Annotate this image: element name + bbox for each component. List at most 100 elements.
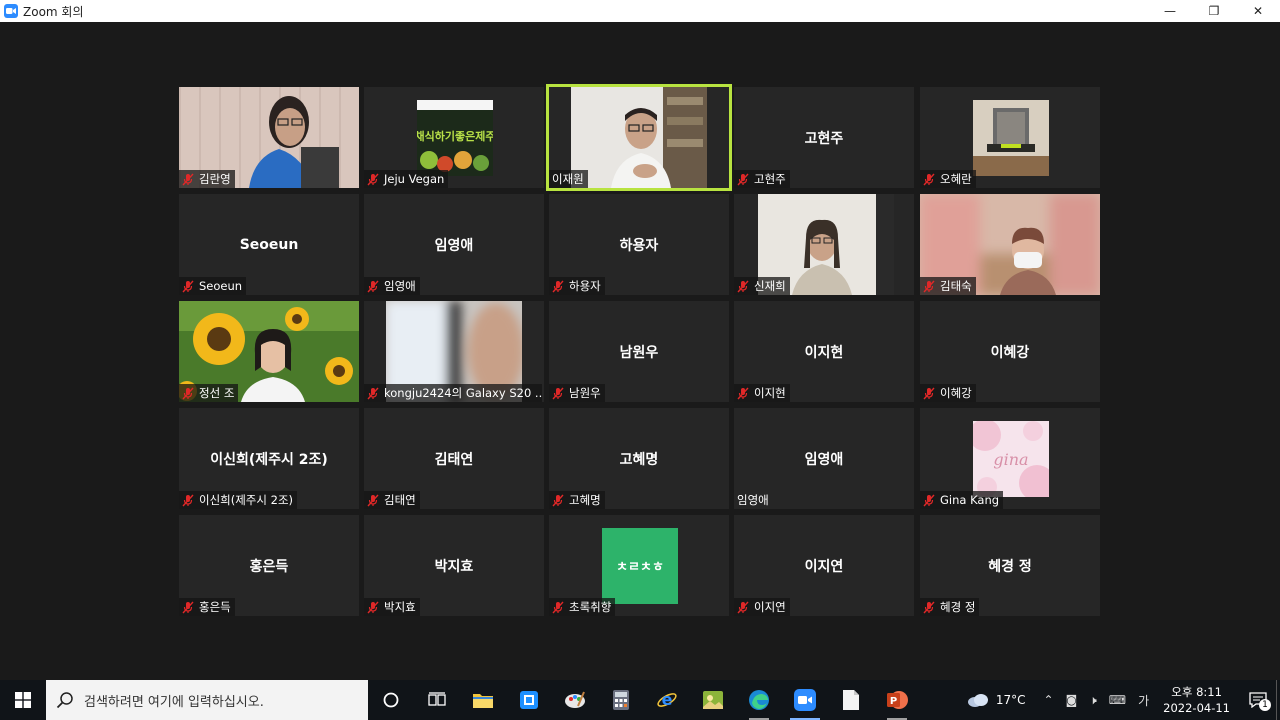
task-view-button[interactable] [414, 680, 460, 720]
participant-tile[interactable]: 김태연 김태연 [364, 408, 544, 509]
ime-mode-icon[interactable]: ⌨ [1109, 693, 1126, 707]
video-text: 채식하기좋은제주 [417, 129, 493, 143]
participant-tile[interactable]: 혜경 정 혜경 정 [920, 515, 1100, 616]
participant-tile[interactable]: 이지연 이지연 [734, 515, 914, 616]
notification-count-badge: 1 [1259, 699, 1271, 711]
clock[interactable]: 오후 8:11 2022-04-11 [1163, 684, 1230, 716]
taskbar-file-explorer[interactable] [460, 680, 506, 720]
taskbar-paint[interactable] [552, 680, 598, 720]
mic-muted-icon [923, 601, 935, 613]
participant-name-label: 임영애 [737, 493, 769, 507]
participant-name-label: 고현주 [734, 170, 790, 188]
participant-tile[interactable]: 채식하기좋은제주 Jeju Vegan [364, 87, 544, 188]
participant-tile[interactable]: 임영애 임영애 [734, 408, 914, 509]
participant-tile[interactable]: 홍은득 홍은득 [179, 515, 359, 616]
weather-widget[interactable]: 17°C [967, 693, 1026, 707]
start-button[interactable] [0, 680, 46, 720]
participant-tile[interactable]: 박지효 박지효 [364, 515, 544, 616]
participant-tile[interactable]: kongju2424의 Galaxy S20 ... [364, 301, 544, 402]
participant-tile[interactable]: 김태숙 [920, 194, 1100, 295]
participant-video [973, 100, 1049, 176]
mic-muted-icon [923, 280, 935, 292]
mic-muted-icon [367, 494, 379, 506]
mic-muted-icon [552, 601, 564, 613]
notification-center-button[interactable]: 1 [1240, 680, 1276, 720]
cortana-button[interactable] [368, 680, 414, 720]
participant-name-label: 홍은득 [179, 598, 235, 616]
taskbar-photo-app[interactable] [690, 680, 736, 720]
participant-tile-active-speaker[interactable]: 이재원 [546, 84, 732, 191]
participant-name-label: 정선 조 [179, 384, 239, 402]
participant-name-label: 이신희(제주시 2조) [179, 491, 298, 509]
paint-palette-icon [565, 691, 585, 708]
mic-muted-icon [182, 601, 194, 613]
participant-name-label: 고혜명 [549, 491, 605, 509]
taskbar-powerpoint[interactable]: P [874, 680, 920, 720]
participant-name-label: 김란영 [179, 170, 235, 188]
zoom-icon [794, 689, 816, 711]
participant-name-label: Gina Kang [920, 491, 1004, 509]
window-title: Zoom 회의 [23, 4, 84, 19]
taskbar-search-box[interactable]: 검색하려면 여기에 입력하십시오. [46, 680, 368, 720]
taskbar-store[interactable] [506, 680, 552, 720]
participant-tile[interactable]: 오혜란 [920, 87, 1100, 188]
ime-hangul-indicator[interactable]: 가 [1138, 692, 1149, 709]
participant-name-label: 초록취향 [549, 598, 616, 616]
participant-tile[interactable]: 이혜강 이혜강 [920, 301, 1100, 402]
taskbar-notepad[interactable] [828, 680, 874, 720]
participant-tile[interactable]: 신재희 [734, 194, 914, 295]
show-desktop-button[interactable] [1276, 680, 1280, 720]
participant-tile[interactable]: Seoeun Seoeun [179, 194, 359, 295]
taskbar-internet-explorer[interactable]: e [644, 680, 690, 720]
document-icon [843, 690, 859, 710]
participant-name-label: 남원우 [549, 384, 605, 402]
video-text: gina [993, 450, 1028, 469]
participant-name-label: 이지연 [734, 598, 790, 616]
participant-name-label: 김태숙 [920, 277, 976, 295]
participant-name-label: 혜경 정 [920, 598, 980, 616]
participant-video [571, 87, 707, 188]
participant-name-label: 신재희 [734, 277, 790, 295]
participant-tile[interactable]: 임영애 임영애 [364, 194, 544, 295]
minimize-button[interactable]: — [1148, 0, 1192, 22]
windows-taskbar: 검색하려면 여기에 입력하십시오. e P 17°C ⌃ ◙ 🕨 ⌨ 가 오후 … [0, 680, 1280, 720]
mic-muted-icon [182, 494, 194, 506]
zoom-app-icon [4, 4, 18, 18]
mic-muted-icon [923, 387, 935, 399]
search-icon [56, 692, 73, 709]
mic-muted-icon [923, 173, 935, 185]
participant-name-label: 박지효 [364, 598, 420, 616]
participant-name-label: 이혜강 [920, 384, 976, 402]
participant-tile[interactable]: 이신희(제주시 2조) 이신희(제주시 2조) [179, 408, 359, 509]
mic-muted-icon [737, 601, 749, 613]
clock-date: 2022-04-11 [1163, 701, 1230, 715]
participant-tile[interactable]: 고혜명 고혜명 [549, 408, 729, 509]
taskbar-edge[interactable] [736, 680, 782, 720]
camera-icon[interactable]: ◙ [1066, 693, 1078, 707]
taskbar-zoom[interactable] [782, 680, 828, 720]
participant-tile[interactable]: ㅊㄹㅊㅎ 초록취향 [549, 515, 729, 616]
participant-tile[interactable]: 김란영 [179, 87, 359, 188]
mic-muted-icon [367, 173, 379, 185]
participant-tile[interactable]: 정선 조 [179, 301, 359, 402]
system-tray: 17°C ⌃ ◙ 🕨 ⌨ 가 오후 8:11 2022-04-11 1 [967, 680, 1280, 720]
internet-explorer-icon: e [657, 690, 677, 709]
participant-tile[interactable]: 남원우 남원우 [549, 301, 729, 402]
participant-name-label: Seoeun [179, 277, 247, 295]
participant-tile[interactable]: gina Gina Kang [920, 408, 1100, 509]
photo-app-icon [703, 691, 723, 709]
mic-muted-icon [737, 173, 749, 185]
participant-tile[interactable]: 하용자 하용자 [549, 194, 729, 295]
calculator-icon [613, 690, 629, 710]
mic-muted-icon [923, 494, 935, 506]
chevron-up-icon[interactable]: ⌃ [1044, 693, 1054, 707]
speaker-mute-icon[interactable]: 🕨 [1089, 693, 1097, 708]
participant-tile[interactable]: 고현주 고현주 [734, 87, 914, 188]
mic-muted-icon [367, 387, 379, 399]
maximize-button[interactable]: ❐ [1192, 0, 1236, 22]
taskbar-calculator[interactable] [598, 680, 644, 720]
participant-tile[interactable]: 이지현 이지현 [734, 301, 914, 402]
windows-logo-icon [15, 692, 31, 708]
mic-muted-icon [367, 280, 379, 292]
close-button[interactable]: ✕ [1236, 0, 1280, 22]
